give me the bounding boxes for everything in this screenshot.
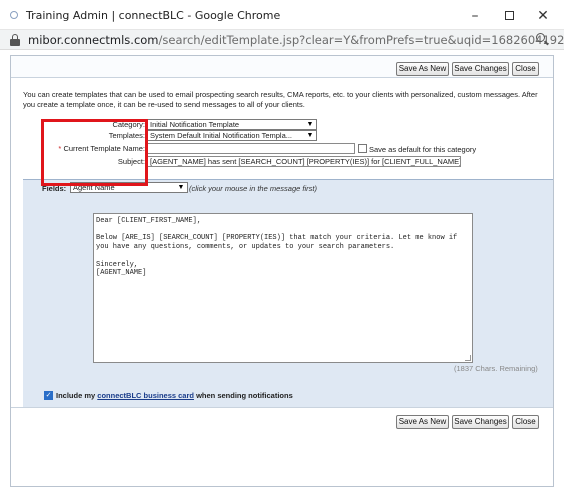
app-icon [10,11,18,19]
window-title: Training Admin | connectBLC - Google Chr… [26,9,281,22]
zoom-icon[interactable] [536,33,550,47]
save-as-new-button[interactable]: Save As New [396,62,449,76]
chevron-down-icon: ▼ [177,184,185,191]
chars-remaining: (1837 Chars. Remaining) [454,364,538,373]
intro-text: You can create templates that can be use… [23,90,538,109]
save-as-new-button-bottom[interactable]: Save As New [396,415,449,429]
subject-input[interactable]: [AGENT_NAME] has sent [SEARCH_COUNT] [PR… [147,156,461,167]
templates-select[interactable]: System Default Initial Notification Temp… [147,130,317,141]
lock-icon [10,34,20,46]
chevron-down-icon: ▼ [306,121,314,128]
url-text[interactable]: mibor.connectmls.com/search/editTemplate… [28,33,564,47]
minimize-button[interactable]: – [458,5,492,27]
message-body: Dear [CLIENT_FIRST_NAME], Below [ARE_IS]… [96,217,458,278]
window-titlebar: Training Admin | connectBLC - Google Chr… [0,0,564,30]
include-card-label: Include my connectBLC business card when… [56,391,293,400]
resize-handle-icon[interactable] [465,355,471,361]
chevron-down-icon: ▼ [306,132,314,139]
include-card-checkbox[interactable]: ✓ [44,391,53,400]
fields-hint: (click your mouse in the message first) [189,184,317,193]
highlight-annotation [41,119,148,186]
category-value: Initial Notification Template [150,120,240,129]
save-default-checkbox[interactable] [358,144,367,153]
template-name-input[interactable] [147,143,355,154]
close-button-bottom[interactable]: Close [512,415,539,429]
save-changes-button[interactable]: Save Changes [452,62,509,76]
maximize-button[interactable] [492,5,526,27]
business-card-link[interactable]: connectBLC business card [97,391,194,400]
top-toolbar: Save As New Save Changes Close [11,56,553,78]
address-bar[interactable]: mibor.connectmls.com/search/editTemplate… [0,30,564,50]
templates-value: System Default Initial Notification Temp… [150,131,293,140]
message-textarea[interactable]: Dear [CLIENT_FIRST_NAME], Below [ARE_IS]… [93,213,473,363]
close-button[interactable]: Close [512,62,539,76]
template-editor-panel: Save As New Save Changes Close You can c… [10,55,554,487]
close-window-button[interactable]: ✕ [526,5,560,27]
divider [11,407,553,408]
page: Save As New Save Changes Close You can c… [0,50,564,499]
category-select[interactable]: Initial Notification Template ▼ [147,119,317,130]
save-default-label: Save as default for this category [369,145,477,154]
save-changes-button-bottom[interactable]: Save Changes [452,415,509,429]
